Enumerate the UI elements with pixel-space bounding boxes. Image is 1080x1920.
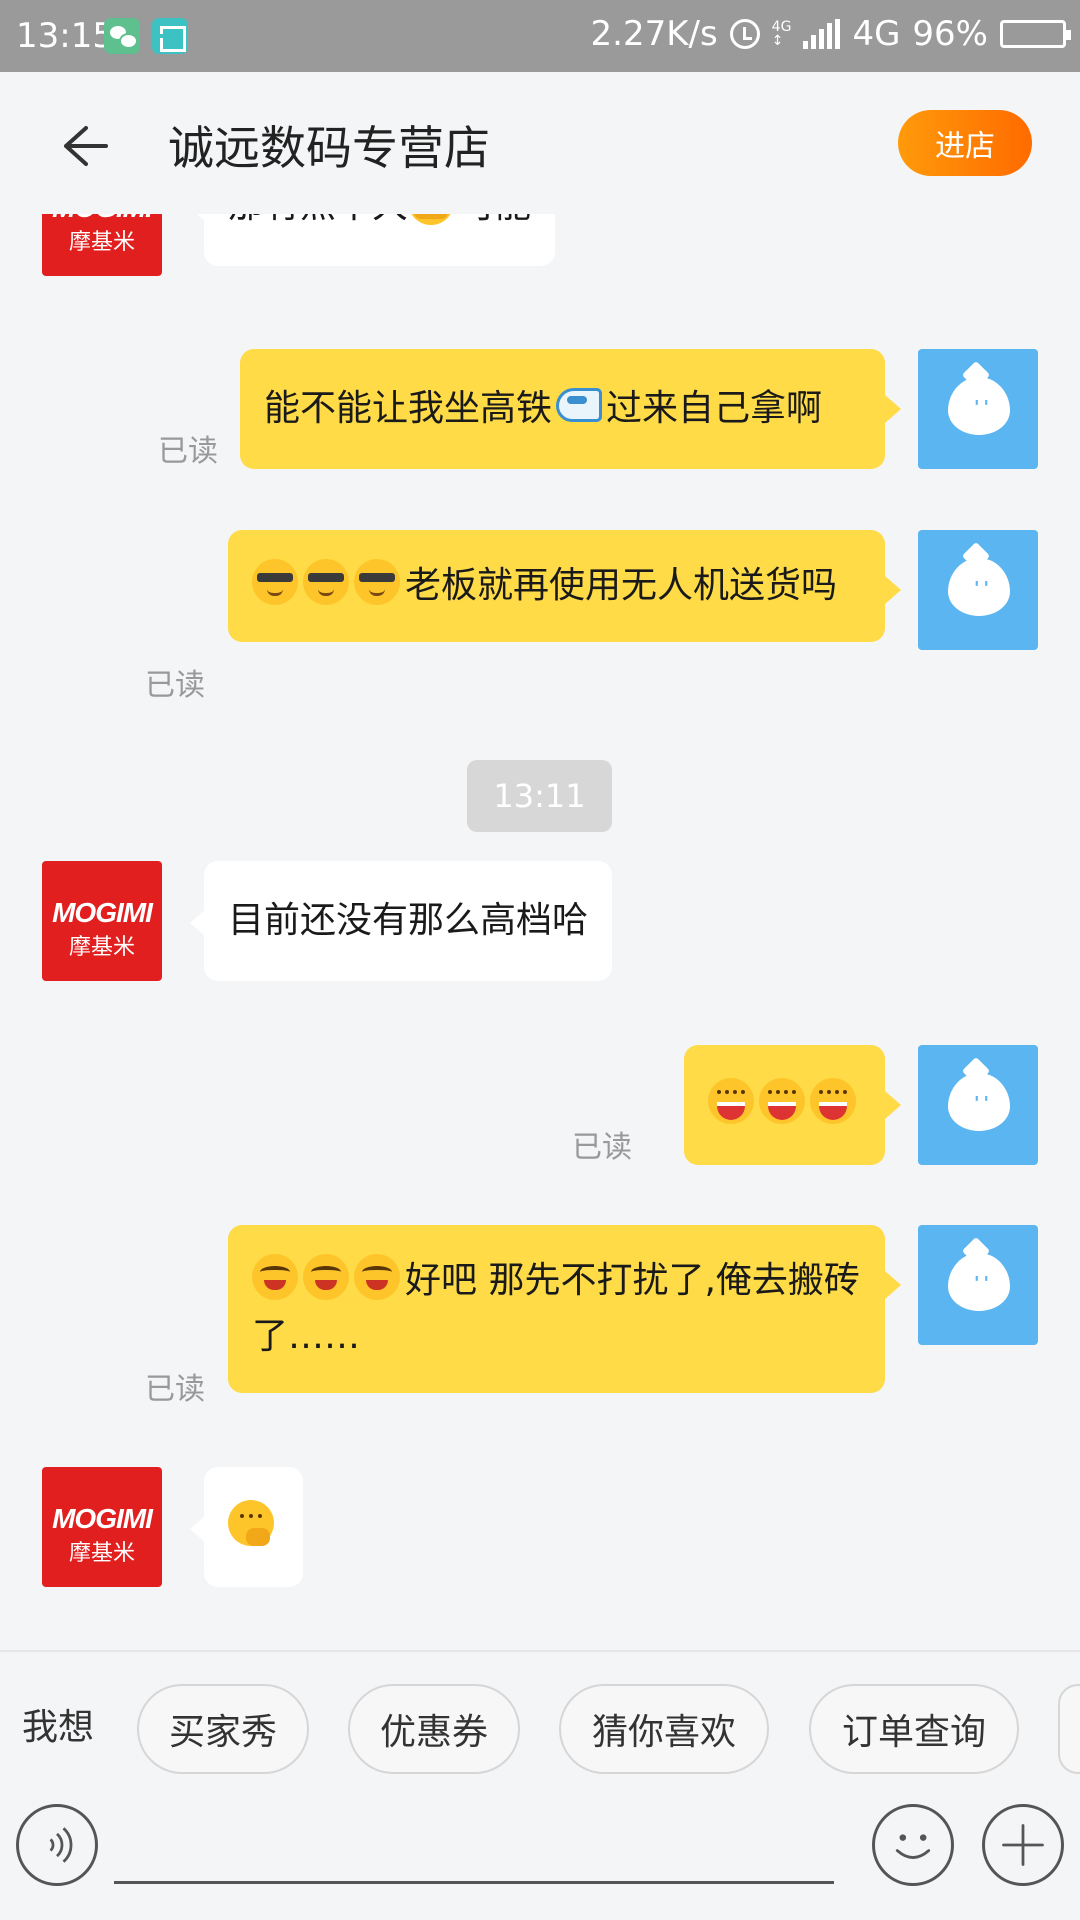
grin-emoji-icon: [708, 1078, 754, 1124]
my-message-bubble[interactable]: 老板就再使用无人机送货吗: [228, 530, 901, 642]
shop-title: 诚远数码专营店: [168, 121, 490, 175]
shop-message-bubble[interactable]: 目前还没有那么高档哈: [189, 861, 613, 981]
status-bar: 13:15 2.27K/s 4G ↕ 4G 96%: [0, 0, 1080, 72]
wechat-icon: [104, 18, 140, 54]
read-status: 已读: [145, 1372, 205, 1407]
enter-store-button[interactable]: 进店: [898, 110, 1032, 176]
my-message-bubble[interactable]: 好吧 那先不打扰了,俺去搬砖了……: [228, 1225, 901, 1393]
quick-reply-bar: 我想 买家秀 优惠券 猜你喜欢 订单查询: [0, 1650, 1080, 1790]
shop-avatar[interactable]: MOGIMI 摩基米: [42, 1467, 162, 1587]
grin-emoji-icon: [810, 1078, 856, 1124]
chip-buyer-show[interactable]: 买家秀: [137, 1684, 309, 1774]
network-type: 4G: [852, 14, 901, 54]
drool-emoji-icon: [252, 1254, 298, 1300]
quick-label: 我想: [22, 1707, 95, 1748]
status-right: 2.27K/s 4G ↕ 4G 96%: [590, 14, 1071, 54]
sunglasses-emoji-icon: [252, 559, 298, 605]
back-arrow-icon[interactable]: [52, 116, 112, 176]
sunglasses-emoji-icon: [354, 559, 400, 605]
chip-order-query[interactable]: 订单查询: [809, 1684, 1019, 1774]
shop-avatar[interactable]: MOGIMI 摩基米: [42, 214, 162, 276]
my-avatar[interactable]: '': [918, 349, 1038, 469]
chip-coupon[interactable]: 优惠券: [348, 1684, 520, 1774]
emoji-icon[interactable]: [872, 1804, 954, 1886]
thinking-emoji-icon: [228, 1500, 274, 1546]
shop-message-bubble[interactable]: 那有点不大可能: [189, 214, 556, 266]
net-speed: 2.27K/s: [590, 14, 718, 54]
shy-emoji-icon: [408, 214, 455, 225]
sunglasses-emoji-icon: [303, 559, 349, 605]
chip-guess-you-like[interactable]: 猜你喜欢: [559, 1684, 769, 1774]
timestamp: 13:11: [467, 760, 612, 832]
scan-icon: [152, 18, 188, 54]
message-input[interactable]: [114, 1808, 834, 1884]
battery-icon: [1000, 20, 1071, 48]
message-list[interactable]: MOGIMI 摩基米 那有点不大可能 已读 能不能让我坐高铁过来自己拿啊 '' …: [0, 214, 1080, 1650]
train-emoji-icon: [556, 388, 603, 422]
input-bar: [0, 1790, 1080, 1920]
my-avatar[interactable]: '': [918, 1045, 1038, 1165]
data-indicator-icon: 4G ↕: [771, 19, 792, 49]
my-avatar[interactable]: '': [918, 530, 1038, 650]
alarm-icon: [729, 19, 760, 49]
my-avatar[interactable]: '': [918, 1225, 1038, 1345]
signal-icon: [803, 19, 841, 49]
plus-icon[interactable]: [982, 1804, 1064, 1886]
voice-icon[interactable]: [16, 1804, 98, 1886]
my-message-bubble[interactable]: 能不能让我坐高铁 过来自己拿啊: [240, 349, 901, 469]
chip-more-partial[interactable]: [1058, 1684, 1080, 1774]
shop-avatar[interactable]: MOGIMI 摩基米: [42, 861, 162, 981]
read-status: 已读: [158, 434, 218, 469]
read-status: 已读: [572, 1130, 632, 1165]
drool-emoji-icon: [303, 1254, 349, 1300]
nav-bar: 诚远数码专营店 进店: [0, 72, 1080, 214]
my-message-bubble[interactable]: [684, 1045, 901, 1165]
shop-message-bubble[interactable]: [190, 1467, 303, 1587]
grin-emoji-icon: [759, 1078, 805, 1124]
drool-emoji-icon: [354, 1254, 400, 1300]
status-time: 13:15: [16, 16, 114, 56]
read-status: 已读: [145, 668, 205, 703]
battery-percent: 96%: [912, 14, 988, 54]
